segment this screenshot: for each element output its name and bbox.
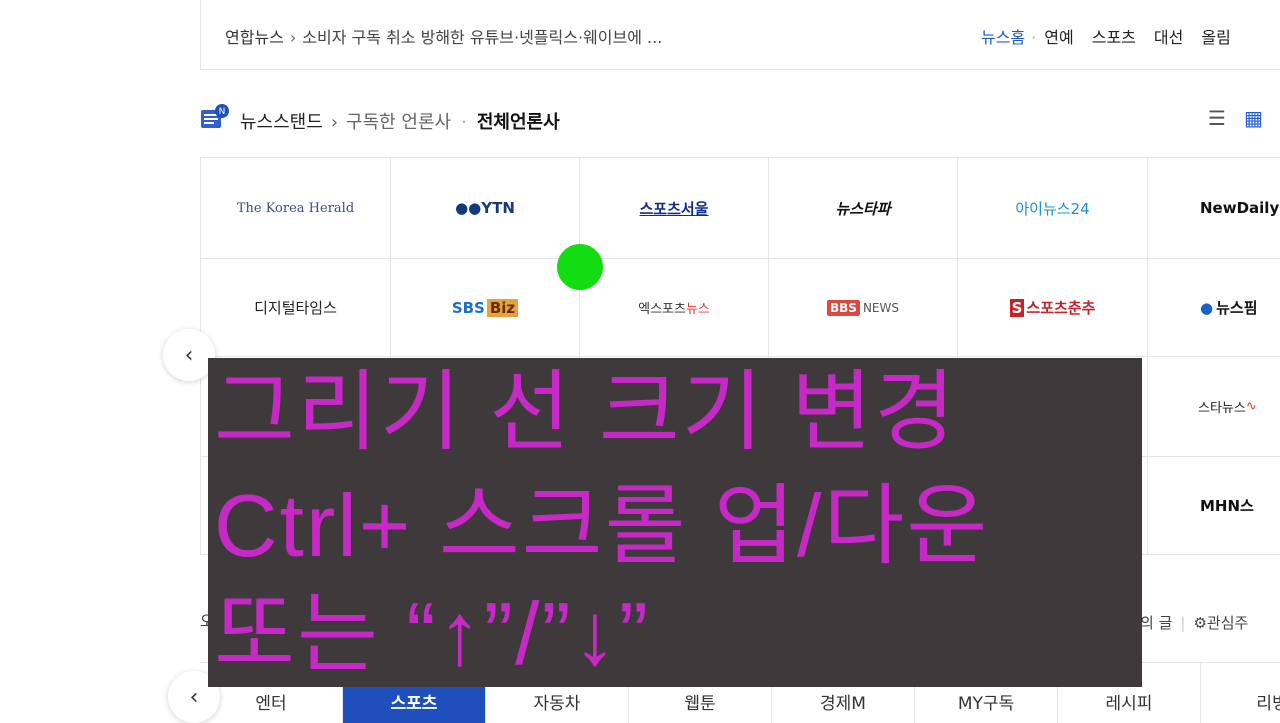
press-label: MHN스: [1200, 497, 1254, 515]
newsstand-logo-badge: N: [219, 107, 226, 117]
my-posts-link[interactable]: 의 글: [1140, 614, 1172, 632]
newsstand-logo-icon: N: [201, 104, 229, 128]
press-newspim[interactable]: ● 뉴스핌: [1148, 259, 1280, 357]
caption-overlay: 그리기 선 크기 변경 Ctrl+ 스크롤 업/다운 또는 “↑”/”↓”: [208, 358, 1142, 687]
top-headline-bar: 연합뉴스 › 소비자 구독 취소 방해한 유튜브·넷플릭스·웨이브에 ... 뉴스홈…: [200, 0, 1280, 70]
view-toggle: ☰ ▦: [1208, 106, 1280, 130]
cursor-indicator: [557, 244, 603, 290]
press-korea-herald[interactable]: The Korea Herald: [201, 158, 391, 259]
newsstand-title-row: 뉴스스탠드 › 구독한 언론사 · 전체언론사: [240, 108, 560, 134]
press-sports-seoul[interactable]: 스포츠서울: [580, 158, 769, 259]
gear-icon[interactable]: ⚙: [1193, 614, 1206, 632]
globe-icon: ●: [1200, 298, 1214, 317]
grid-view-icon[interactable]: ▦: [1244, 106, 1263, 130]
top-nav: 뉴스홈 · 연예 스포츠 대선 올림: [981, 24, 1249, 48]
nav-sports[interactable]: 스포츠: [1092, 28, 1136, 47]
press-digital-times[interactable]: 디지털타임스: [201, 259, 391, 357]
nav-entertainment[interactable]: 연예: [1044, 28, 1073, 47]
source-link[interactable]: 연합뉴스: [225, 28, 284, 47]
nav-election[interactable]: 대선: [1154, 28, 1183, 47]
press-inews24[interactable]: 아이뉴스24: [958, 158, 1148, 259]
press-label: 엑스포츠: [638, 302, 686, 317]
press-label: ●●YTN: [455, 199, 515, 217]
link-divider: |: [1180, 614, 1186, 632]
newsstand-dot: ·: [461, 112, 467, 133]
tab-living[interactable]: 리빙: [1201, 663, 1280, 723]
press-label-s: S: [1009, 298, 1025, 317]
press-label: 스포츠서울: [639, 199, 709, 218]
press-sports-chunchu[interactable]: S 스포츠춘추: [958, 259, 1148, 357]
caption-line-3: 또는 “↑”/”↓”: [214, 584, 651, 683]
chevron-left-icon: ‹: [184, 342, 194, 368]
press-label-biz: Biz: [486, 298, 519, 317]
starnews-mark-icon: ∿: [1245, 399, 1257, 414]
press-label: 스포츠춘추: [1026, 299, 1096, 317]
press-label: SBS: [451, 298, 485, 317]
press-bbs-news[interactable]: BBS NEWS: [769, 259, 958, 357]
tab-subscribed-press[interactable]: 구독한 언론사: [346, 112, 451, 133]
newsstand-sep: ›: [330, 112, 339, 133]
press-label: The Korea Herald: [236, 200, 355, 216]
newsstand-title[interactable]: 뉴스스탠드: [240, 112, 323, 133]
tab-all-press[interactable]: 전체언론사: [477, 112, 560, 133]
newsstand-header: N 뉴스스탠드 › 구독한 언론사 · 전체언론사 ☰ ▦: [200, 100, 1280, 134]
press-newdaily[interactable]: NewDaily: [1148, 158, 1280, 259]
press-label: 뉴스핌: [1216, 299, 1258, 317]
section-links: 의 글 | ⚙관심주: [1140, 612, 1248, 633]
interest-settings-link[interactable]: 관심주: [1207, 614, 1248, 632]
press-label: 디지털타임스: [254, 299, 337, 317]
breadcrumb: 연합뉴스 › 소비자 구독 취소 방해한 유튜브·넷플릭스·웨이브에 ...: [225, 24, 662, 48]
press-label: 뉴스타파: [835, 199, 891, 218]
press-label-news: NEWS: [862, 300, 899, 315]
chevron-left-icon: ‹: [189, 684, 199, 710]
press-starnews[interactable]: 스타뉴스 ∿: [1148, 357, 1280, 457]
caption-line-1: 그리기 선 크기 변경: [214, 362, 958, 461]
list-view-icon[interactable]: ☰: [1208, 106, 1226, 130]
breadcrumb-separator: ›: [289, 28, 297, 47]
press-sbs-biz[interactable]: SBS Biz: [391, 259, 580, 357]
nav-olympics[interactable]: 올림: [1201, 28, 1230, 47]
press-label: NewDaily: [1200, 199, 1280, 217]
press-label-news: 뉴스: [685, 302, 710, 317]
press-mhn-sports[interactable]: MHN스: [1148, 457, 1280, 555]
press-newstapa[interactable]: 뉴스타파: [769, 158, 958, 259]
press-ytn[interactable]: ●●YTN: [391, 158, 580, 259]
nav-dot: ·: [1031, 28, 1037, 47]
press-xsports-news[interactable]: 엑스포츠 뉴스: [580, 259, 769, 357]
nav-news-home[interactable]: 뉴스홈: [981, 28, 1025, 47]
caption-line-2: Ctrl+ 스크롤 업/다운: [214, 476, 990, 575]
press-label: 스타뉴스: [1198, 401, 1246, 416]
press-label-bbs: BBS: [827, 299, 860, 316]
headline-link[interactable]: 소비자 구독 취소 방해한 유튜브·넷플릭스·웨이브에 ...: [302, 28, 662, 47]
press-label: 아이뉴스24: [1015, 199, 1090, 218]
